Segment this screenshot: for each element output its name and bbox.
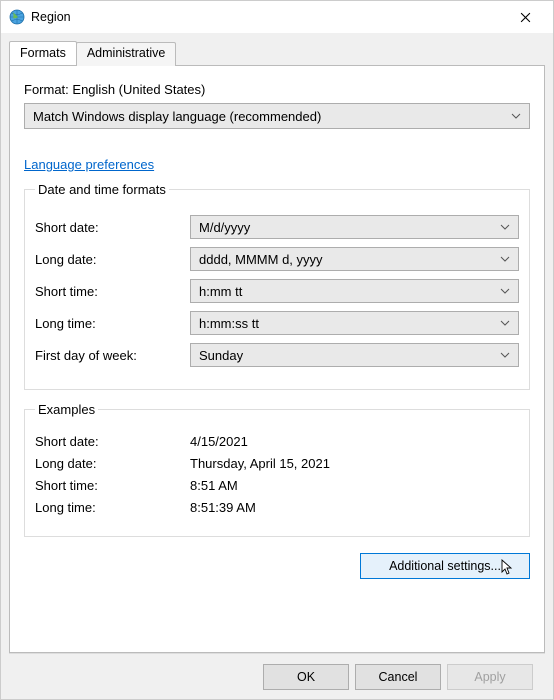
short-date-combo[interactable]: M/d/yyyy [190, 215, 519, 239]
globe-icon [9, 9, 25, 25]
long-time-label: Long time: [35, 316, 190, 331]
first-dow-label: First day of week: [35, 348, 190, 363]
ex-short-date-value: 4/15/2021 [190, 434, 248, 449]
ex-long-date-label: Long date: [35, 456, 190, 471]
ex-long-date-value: Thursday, April 15, 2021 [190, 456, 330, 471]
short-date-label: Short date: [35, 220, 190, 235]
ex-short-time-label: Short time: [35, 478, 190, 493]
window-title: Region [31, 10, 505, 24]
language-preferences-link[interactable]: Language preferences [24, 157, 530, 172]
client-area: Formats Administrative Format: English (… [1, 33, 553, 699]
long-date-combo[interactable]: dddd, MMMM d, yyyy [190, 247, 519, 271]
tabstrip: Formats Administrative [9, 41, 545, 65]
close-button[interactable] [505, 3, 545, 31]
format-combo[interactable]: Match Windows display language (recommen… [24, 103, 530, 129]
ex-short-time-value: 8:51 AM [190, 478, 238, 493]
region-dialog: Region Formats Administrative Format: En… [0, 0, 554, 700]
ok-button[interactable]: OK [263, 664, 349, 690]
chevron-down-icon [511, 113, 521, 119]
format-label: Format: English (United States) [24, 82, 530, 97]
first-dow-combo[interactable]: Sunday [190, 343, 519, 367]
chevron-down-icon [500, 256, 510, 262]
short-time-label: Short time: [35, 284, 190, 299]
cursor-icon [501, 559, 515, 577]
tabpanel-formats: Format: English (United States) Match Wi… [9, 65, 545, 653]
tab-formats[interactable]: Formats [9, 41, 77, 65]
examples-group: Examples Short date: 4/15/2021 Long date… [24, 402, 530, 537]
ex-long-time-value: 8:51:39 AM [190, 500, 256, 515]
chevron-down-icon [500, 352, 510, 358]
ex-short-date-label: Short date: [35, 434, 190, 449]
short-time-combo[interactable]: h:mm tt [190, 279, 519, 303]
dtf-legend: Date and time formats [35, 182, 169, 197]
chevron-down-icon [500, 320, 510, 326]
tab-administrative[interactable]: Administrative [76, 42, 177, 66]
additional-row: Additional settings... [24, 553, 530, 579]
long-time-combo[interactable]: h:mm:ss tt [190, 311, 519, 335]
examples-legend: Examples [35, 402, 98, 417]
additional-settings-button[interactable]: Additional settings... [360, 553, 530, 579]
format-combo-value: Match Windows display language (recommen… [33, 109, 321, 124]
apply-button[interactable]: Apply [447, 664, 533, 690]
date-time-formats-group: Date and time formats Short date: M/d/yy… [24, 182, 530, 390]
ex-long-time-label: Long time: [35, 500, 190, 515]
long-date-label: Long date: [35, 252, 190, 267]
chevron-down-icon [500, 288, 510, 294]
cancel-button[interactable]: Cancel [355, 664, 441, 690]
titlebar: Region [1, 1, 553, 33]
dialog-footer: OK Cancel Apply [9, 653, 545, 699]
chevron-down-icon [500, 224, 510, 230]
